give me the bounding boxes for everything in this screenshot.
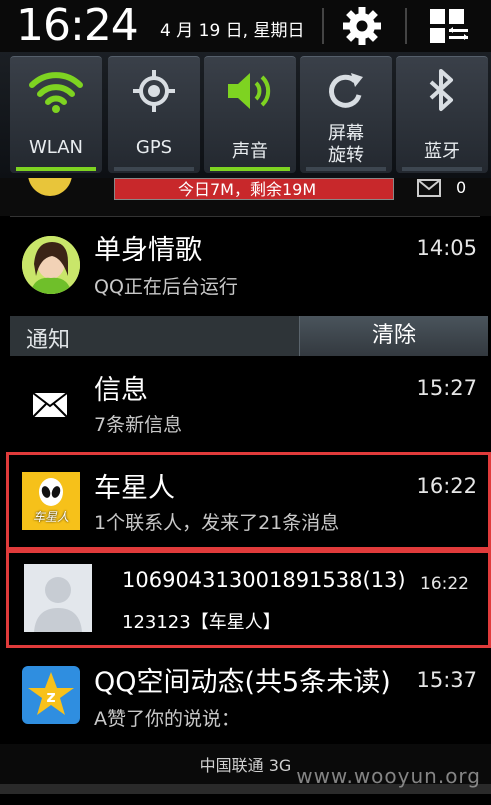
notification-section-header: 通知 清除: [10, 316, 488, 356]
envelope-icon: [32, 392, 68, 418]
mail-count: 0: [456, 178, 467, 197]
notification-title: QQ空间动态(共5条未读): [94, 667, 391, 698]
svg-text:z: z: [46, 687, 55, 706]
bluetooth-toggle[interactable]: 蓝牙: [396, 56, 488, 173]
usage-text: 今日7M，剩余19M: [178, 180, 317, 199]
divider: [405, 8, 407, 44]
divider: [10, 216, 480, 217]
toggle-indicator: [16, 167, 96, 171]
notification-title: 单身情歌: [94, 235, 202, 266]
gps-icon: [108, 67, 200, 117]
bluetooth-icon: [396, 67, 488, 117]
wifi-icon: [10, 67, 102, 117]
wlan-toggle[interactable]: WLAN: [10, 56, 102, 173]
notification-subtitle: QQ正在后台运行: [94, 276, 238, 298]
mail-icon: [417, 179, 441, 197]
qzone-icon: z: [22, 666, 80, 724]
sms-notification[interactable]: 信息 15:27 7条新信息: [0, 362, 491, 442]
toggle-label: GPS: [135, 137, 173, 158]
rotate-toggle[interactable]: 屏幕 旋转: [300, 56, 392, 173]
highlight-box: [6, 550, 491, 648]
notification-time: 14:05: [416, 236, 477, 260]
toggle-indicator: [114, 167, 194, 171]
notification-time: 15:37: [416, 668, 477, 692]
speaker-icon: [204, 67, 296, 117]
watermark: www.wooyun.org: [296, 764, 481, 788]
toggle-label: 声音: [232, 141, 268, 162]
clock: 16:24: [16, 0, 139, 51]
gear-icon[interactable]: [340, 6, 384, 46]
app-icon: [28, 178, 72, 196]
clear-button[interactable]: 清除: [299, 316, 488, 356]
avatar: [22, 236, 80, 294]
toggle-label: 蓝牙: [424, 141, 460, 162]
toggle-indicator: [402, 167, 482, 171]
toggle-indicator: [210, 167, 290, 171]
sound-toggle[interactable]: 声音: [204, 56, 296, 173]
status-bar: 16:24 4 月 19 日, 星期日: [0, 0, 491, 52]
notification-subtitle: 7条新信息: [94, 414, 183, 436]
toggle-label: WLAN: [28, 137, 84, 158]
notification-subtitle: A赞了你的说说：: [94, 708, 240, 730]
notification-time: 15:27: [416, 376, 477, 400]
ongoing-notification[interactable]: 单身情歌 14:05 QQ正在后台运行: [0, 222, 491, 308]
gps-toggle[interactable]: GPS: [108, 56, 200, 173]
toggle-indicator: [306, 167, 386, 171]
quick-settings-panel: WLAN GPS 声音 屏幕 旋转 蓝牙: [0, 52, 491, 178]
date: 4 月 19 日, 星期日: [160, 21, 305, 41]
grid-menu-icon[interactable]: [428, 8, 470, 46]
notification-title: 信息: [94, 375, 148, 406]
data-usage-row[interactable]: 今日7M，剩余19M 0: [0, 178, 491, 216]
qzone-notification[interactable]: z QQ空间动态(共5条未读) 15:37 A赞了你的说说：: [0, 652, 491, 740]
highlight-box: [6, 452, 491, 550]
toggle-label: 屏幕 旋转: [328, 123, 364, 166]
rotate-icon: [300, 67, 392, 117]
divider: [322, 8, 324, 44]
section-title: 通知: [26, 328, 71, 353]
